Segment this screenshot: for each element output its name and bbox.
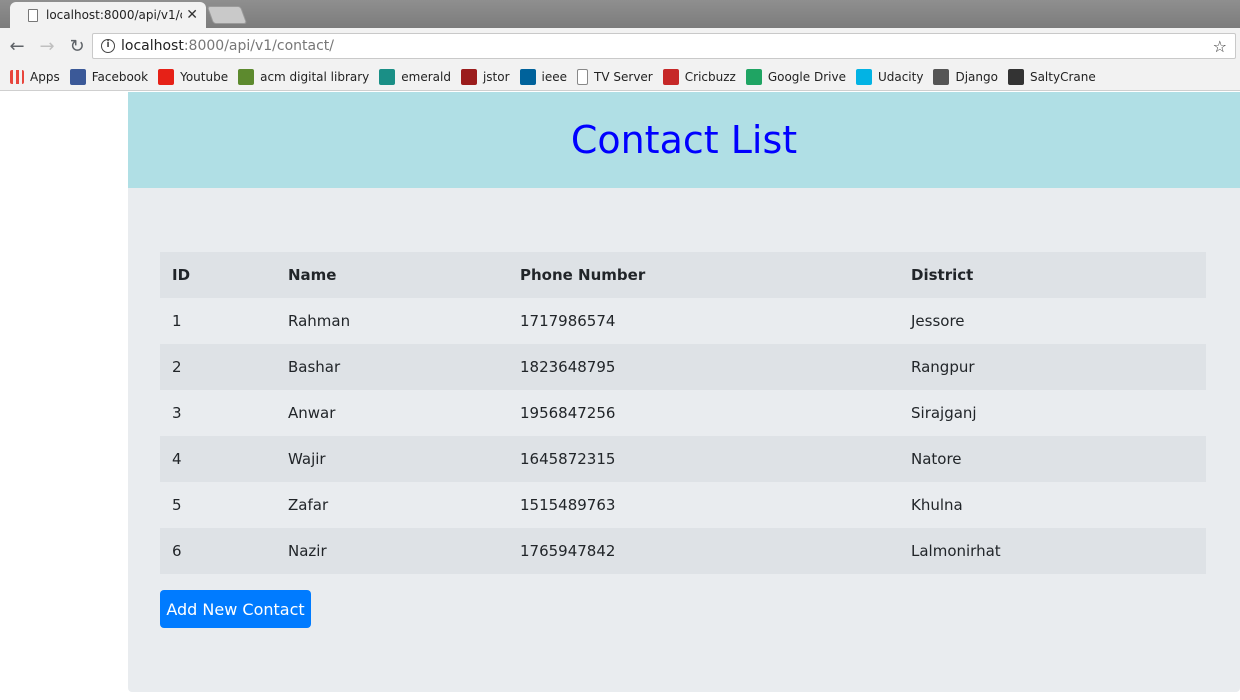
- header-id: ID: [172, 266, 191, 284]
- url-path: :8000/api/v1/contact/: [183, 38, 334, 54]
- table-row: 3 Anwar 1956847256 Sirajganj: [160, 390, 1206, 436]
- page-content: Contact List ID Name Phone Number Distri…: [128, 92, 1240, 692]
- book-icon: [933, 69, 950, 85]
- page-title: Contact List: [570, 118, 798, 162]
- table-row: 4 Wajir 1645872315 Natore: [160, 436, 1206, 482]
- close-icon[interactable]: ✕: [186, 7, 198, 23]
- cell-name: Rahman: [288, 312, 351, 330]
- bookmark-label: acm digital library: [260, 70, 370, 84]
- bookmark-item[interactable]: ieee: [519, 69, 568, 85]
- bookmark-item[interactable]: Django: [933, 69, 998, 85]
- bookmark-label: Django: [955, 70, 998, 84]
- tab-title: localhost:8000/api/v1/co: [46, 8, 183, 22]
- table-row: 2 Bashar 1823648795 Rangpur: [160, 344, 1206, 390]
- cricbuzz-icon: [662, 69, 679, 85]
- bookmark-item[interactable]: SaltyCrane: [1007, 69, 1096, 85]
- bookmark-label: ieee: [541, 70, 568, 84]
- bookmark-item[interactable]: emerald: [379, 69, 451, 85]
- header-phone: Phone Number: [520, 266, 646, 284]
- youtube-icon: [158, 69, 175, 85]
- bookmark-label: Cricbuzz: [684, 70, 736, 84]
- add-new-contact-button[interactable]: Add New Contact: [160, 590, 311, 628]
- address-bar[interactable]: i localhost:8000/api/v1/contact/ ☆: [92, 33, 1236, 59]
- cell-name: Nazir: [288, 542, 327, 560]
- cell-id: 6: [172, 542, 182, 560]
- bookmark-label: emerald: [401, 70, 451, 84]
- cell-district: Khulna: [911, 496, 963, 514]
- bookmark-item[interactable]: Google Drive: [745, 69, 846, 85]
- cell-name: Bashar: [288, 358, 341, 376]
- bookmark-label: SaltyCrane: [1029, 70, 1096, 84]
- cell-phone: 1515489763: [520, 496, 616, 514]
- cell-phone: 1717986574: [520, 312, 616, 330]
- browser-toolbar: ← → ↻ i localhost:8000/api/v1/contact/ ☆: [0, 28, 1240, 64]
- bookmarks-bar: Apps Facebook Youtube acm digital library em…: [0, 64, 1240, 91]
- cell-id: 5: [172, 496, 182, 514]
- table-row: 5 Zafar 1515489763 Khulna: [160, 482, 1206, 528]
- bookmark-label: Facebook: [91, 70, 149, 84]
- saltycrane-icon: [1007, 69, 1024, 85]
- facebook-icon: [69, 69, 86, 85]
- google-drive-icon: [745, 69, 762, 85]
- bookmark-label: Udacity: [877, 70, 924, 84]
- back-icon[interactable]: ←: [4, 33, 30, 59]
- table-row: 6 Nazir 1765947842 Lalmonirhat: [160, 528, 1206, 574]
- cell-district: Rangpur: [911, 358, 975, 376]
- header-district: District: [911, 266, 974, 284]
- cell-id: 3: [172, 404, 182, 422]
- contact-table: ID Name Phone Number District 1 Rahman 171…: [160, 252, 1206, 574]
- cell-name: Anwar: [288, 404, 336, 422]
- bookmark-star-icon[interactable]: ☆: [1213, 37, 1227, 56]
- page-icon: [577, 69, 589, 85]
- cell-name: Zafar: [288, 496, 329, 514]
- cell-id: 1: [172, 312, 182, 330]
- new-tab-button[interactable]: [206, 6, 248, 24]
- bookmark-label: Google Drive: [767, 70, 846, 84]
- browser-tab[interactable]: localhost:8000/api/v1/co ✕: [10, 2, 206, 28]
- table-row: 1 Rahman 1717986574 Jessore: [160, 298, 1206, 344]
- bookmark-item[interactable]: jstor: [460, 69, 510, 85]
- apps-grid-icon: [10, 70, 24, 84]
- url-host: localhost: [121, 38, 184, 54]
- cell-district: Natore: [911, 450, 962, 468]
- cell-id: 4: [172, 450, 182, 468]
- bookmark-item[interactable]: Udacity: [855, 69, 924, 85]
- bookmark-label: TV Server: [594, 70, 653, 84]
- header-name: Name: [288, 266, 337, 284]
- cell-district: Sirajganj: [911, 404, 977, 422]
- cell-phone: 1645872315: [520, 450, 616, 468]
- bookmark-item[interactable]: TV Server: [577, 69, 653, 85]
- cell-name: Wajir: [288, 450, 326, 468]
- cell-phone: 1823648795: [520, 358, 616, 376]
- table-header-row: ID Name Phone Number District: [160, 252, 1206, 298]
- page-header: Contact List: [128, 92, 1240, 188]
- cell-phone: 1765947842: [520, 542, 616, 560]
- bookmark-item[interactable]: Youtube: [158, 69, 228, 85]
- info-icon[interactable]: i: [101, 39, 115, 53]
- bookmark-item[interactable]: Apps: [10, 70, 60, 84]
- ieee-icon: [519, 69, 536, 85]
- cell-phone: 1956847256: [520, 404, 616, 422]
- acm-icon: [238, 69, 255, 85]
- bookmark-label: jstor: [482, 70, 510, 84]
- cell-district: Lalmonirhat: [911, 542, 1001, 560]
- emerald-icon: [379, 69, 396, 85]
- cell-id: 2: [172, 358, 182, 376]
- bookmark-item[interactable]: acm digital library: [238, 69, 369, 85]
- jstor-icon: [460, 69, 477, 85]
- page-icon: [28, 8, 38, 22]
- bookmark-item[interactable]: Facebook: [69, 69, 149, 85]
- bookmark-label: Youtube: [180, 70, 229, 84]
- bookmark-label: Apps: [30, 70, 60, 84]
- udacity-icon: [855, 69, 872, 85]
- bookmark-item[interactable]: Cricbuzz: [662, 69, 736, 85]
- tab-strip: localhost:8000/api/v1/co ✕: [0, 0, 1240, 28]
- forward-icon[interactable]: →: [34, 33, 60, 59]
- cell-district: Jessore: [911, 312, 965, 330]
- reload-icon[interactable]: ↻: [64, 33, 90, 59]
